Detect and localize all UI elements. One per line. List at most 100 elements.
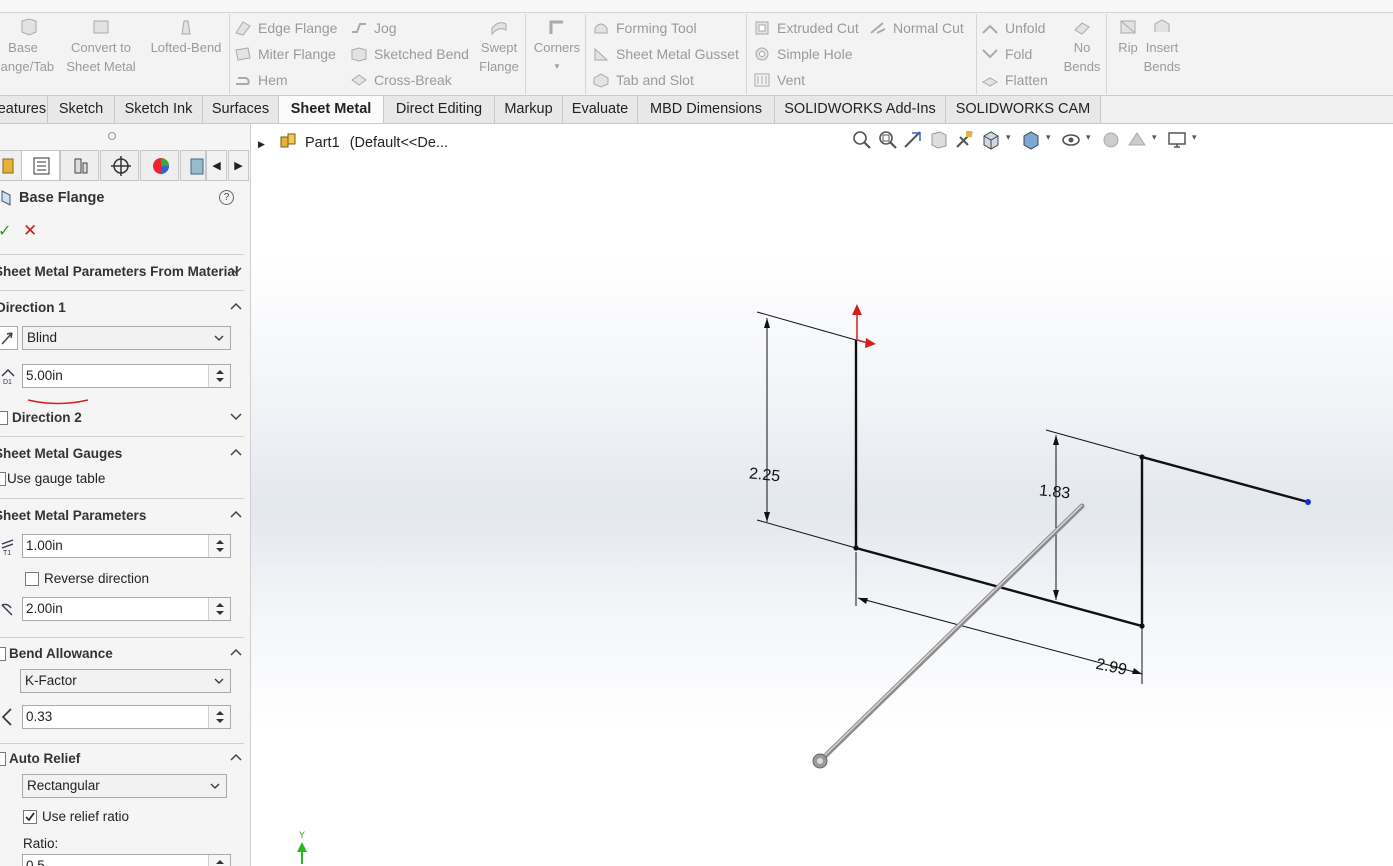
bend-radius-input[interactable]: 2.00in [22, 597, 231, 621]
panel-tab-property-manager[interactable] [21, 150, 60, 181]
chevron-down-icon[interactable]: ▾ [1192, 132, 1197, 143]
end-condition-select[interactable]: Blind [22, 326, 231, 350]
panel-grip-icon[interactable] [108, 132, 116, 140]
section-view-icon[interactable] [928, 129, 950, 151]
edge-flange-button[interactable]: Edge Flange [234, 18, 337, 38]
tab-and-slot-button[interactable]: Tab and Slot [592, 70, 694, 90]
tab-solidworks-add-ins[interactable]: SOLIDWORKS Add-Ins [775, 96, 946, 123]
fold-button[interactable]: Fold [981, 44, 1032, 64]
bend-allowance-checkbox[interactable] [0, 647, 6, 661]
normal-cut-button[interactable]: Normal Cut [869, 18, 964, 38]
vent-button[interactable]: Vent [753, 70, 805, 90]
expand-arrow-icon[interactable]: ▶ [258, 139, 265, 149]
chevron-down-icon[interactable]: ▾ [1152, 132, 1157, 143]
tab-solidworks-cam[interactable]: SOLIDWORKS CAM [946, 96, 1101, 123]
swept-flange-button[interactable]: Swept Flange [474, 18, 524, 76]
ok-checkmark-icon[interactable]: ✓ [0, 221, 11, 241]
chevron-up-icon[interactable] [230, 302, 242, 312]
ratio-input[interactable]: 0.5 [22, 854, 231, 866]
view-settings-icon[interactable] [1166, 129, 1188, 151]
cancel-x-icon[interactable]: ✕ [23, 221, 37, 241]
sketched-bend-button[interactable]: Sketched Bend [350, 44, 469, 64]
auto-relief-checkbox[interactable] [0, 752, 6, 766]
chevron-up-icon[interactable] [230, 510, 242, 520]
section-material-header[interactable]: Sheet Metal Parameters From Material [0, 264, 239, 279]
zoom-to-fit-icon[interactable] [850, 129, 872, 151]
direction2-checkbox[interactable] [0, 411, 8, 425]
section-gauges-header[interactable]: Sheet Metal Gauges [0, 446, 122, 461]
relief-type-select[interactable]: Rectangular [22, 774, 227, 798]
hem-button[interactable]: Hem [234, 70, 288, 90]
thickness-input[interactable]: 1.00in [22, 534, 231, 558]
ratio-spinner[interactable] [208, 855, 230, 866]
section-bend-allowance-header[interactable]: Bend Allowance [9, 646, 113, 661]
depth-spinner[interactable] [208, 365, 230, 387]
chevron-up-icon[interactable] [230, 648, 242, 658]
cross-break-button[interactable]: Cross-Break [350, 70, 452, 90]
panel-tab-configuration[interactable] [60, 150, 99, 181]
view-orientation-icon[interactable] [980, 129, 1002, 151]
extruded-cut-button[interactable]: Extruded Cut [753, 18, 859, 38]
insert-bends-button[interactable]: Insert Bends [1143, 18, 1181, 76]
panel-tab-display[interactable] [140, 150, 179, 181]
reverse-direction1-button[interactable] [0, 326, 18, 350]
chevron-down-icon[interactable] [230, 266, 242, 276]
k-factor-spinner[interactable] [208, 706, 230, 728]
use-gauge-table-checkbox[interactable] [0, 472, 6, 486]
bend-allowance-type-select[interactable]: K-Factor [20, 669, 231, 693]
chevron-down-icon[interactable]: ▾ [1086, 132, 1091, 143]
simple-hole-button[interactable]: Simple Hole [753, 44, 852, 64]
gusset-button[interactable]: Sheet Metal Gusset [592, 44, 739, 64]
jog-button[interactable]: Jog [350, 18, 397, 38]
section-auto-relief-header[interactable]: Auto Relief [9, 751, 80, 766]
chevron-up-icon[interactable] [230, 753, 242, 763]
section-params-header[interactable]: Sheet Metal Parameters [0, 508, 146, 523]
help-icon[interactable]: ? [219, 190, 234, 205]
edit-appearance-icon[interactable] [1100, 129, 1122, 151]
corners-dropdown-icon[interactable]: ▾ [530, 57, 584, 76]
tab-evaluate[interactable]: Evaluate [563, 96, 638, 123]
chevron-down-icon[interactable]: ▾ [1006, 132, 1011, 143]
unfold-button[interactable]: Unfold [981, 18, 1045, 38]
display-style-icon[interactable] [1020, 129, 1042, 151]
miter-flange-button[interactable]: Miter Flange [234, 44, 336, 64]
tab-direct-editing[interactable]: Direct Editing [384, 96, 495, 123]
thickness-spinner[interactable] [208, 535, 230, 557]
section-direction1-header[interactable]: Direction 1 [0, 300, 66, 315]
chevron-up-icon[interactable] [230, 448, 242, 458]
depth-input[interactable]: 5.00in [22, 364, 231, 388]
tab-mbd-dimensions[interactable]: MBD Dimensions [638, 96, 775, 123]
bend-radius-spinner[interactable] [208, 598, 230, 620]
flyout-feature-tree[interactable]: ▶ Part1 (Default<<De... [258, 132, 448, 152]
tab-sheet-metal[interactable]: Sheet Metal [279, 96, 384, 123]
tab-features[interactable]: Features [0, 96, 48, 123]
section-direction2-header[interactable]: Direction 2 [12, 410, 82, 425]
convert-to-sheet-metal-button[interactable]: Convert to Sheet Metal [63, 18, 139, 76]
lofted-bend-button[interactable]: Lofted-Bend [146, 18, 226, 57]
previous-view-icon[interactable] [902, 129, 924, 151]
dynamic-annotation-icon[interactable] [954, 129, 976, 151]
tab-sketch-ink[interactable]: Sketch Ink [115, 96, 203, 123]
use-relief-ratio-checkbox[interactable] [23, 810, 37, 824]
base-flange-button[interactable]: Base Flange/Tab [0, 18, 58, 76]
flatten-button[interactable]: Flatten [981, 70, 1048, 90]
panel-tab-dimxpert[interactable] [100, 150, 139, 181]
chevron-down-icon[interactable]: ▾ [1046, 132, 1051, 143]
corners-button[interactable]: Corners ▾ [530, 18, 584, 76]
tab-sketch[interactable]: Sketch [48, 96, 115, 123]
panel-scroll-right-icon[interactable]: ▶ [228, 150, 249, 181]
zoom-to-area-icon[interactable] [876, 129, 898, 151]
hide-show-items-icon[interactable] [1060, 129, 1082, 151]
k-factor-input[interactable]: 0.33 [22, 705, 231, 729]
no-bends-button[interactable]: No Bends [1059, 18, 1105, 76]
tab-surfaces[interactable]: Surfaces [203, 96, 279, 123]
panel-tab-more[interactable] [180, 150, 206, 181]
reverse-direction-checkbox[interactable] [25, 572, 39, 586]
rip-button[interactable]: Rip [1111, 18, 1145, 57]
graphics-viewport[interactable] [251, 124, 1393, 866]
panel-scroll-left-icon[interactable]: ◀ [206, 150, 227, 181]
forming-tool-button[interactable]: Forming Tool [592, 18, 697, 38]
apply-scene-icon[interactable] [1126, 129, 1148, 151]
tab-markup[interactable]: Markup [495, 96, 563, 123]
chevron-down-icon[interactable] [230, 412, 242, 422]
